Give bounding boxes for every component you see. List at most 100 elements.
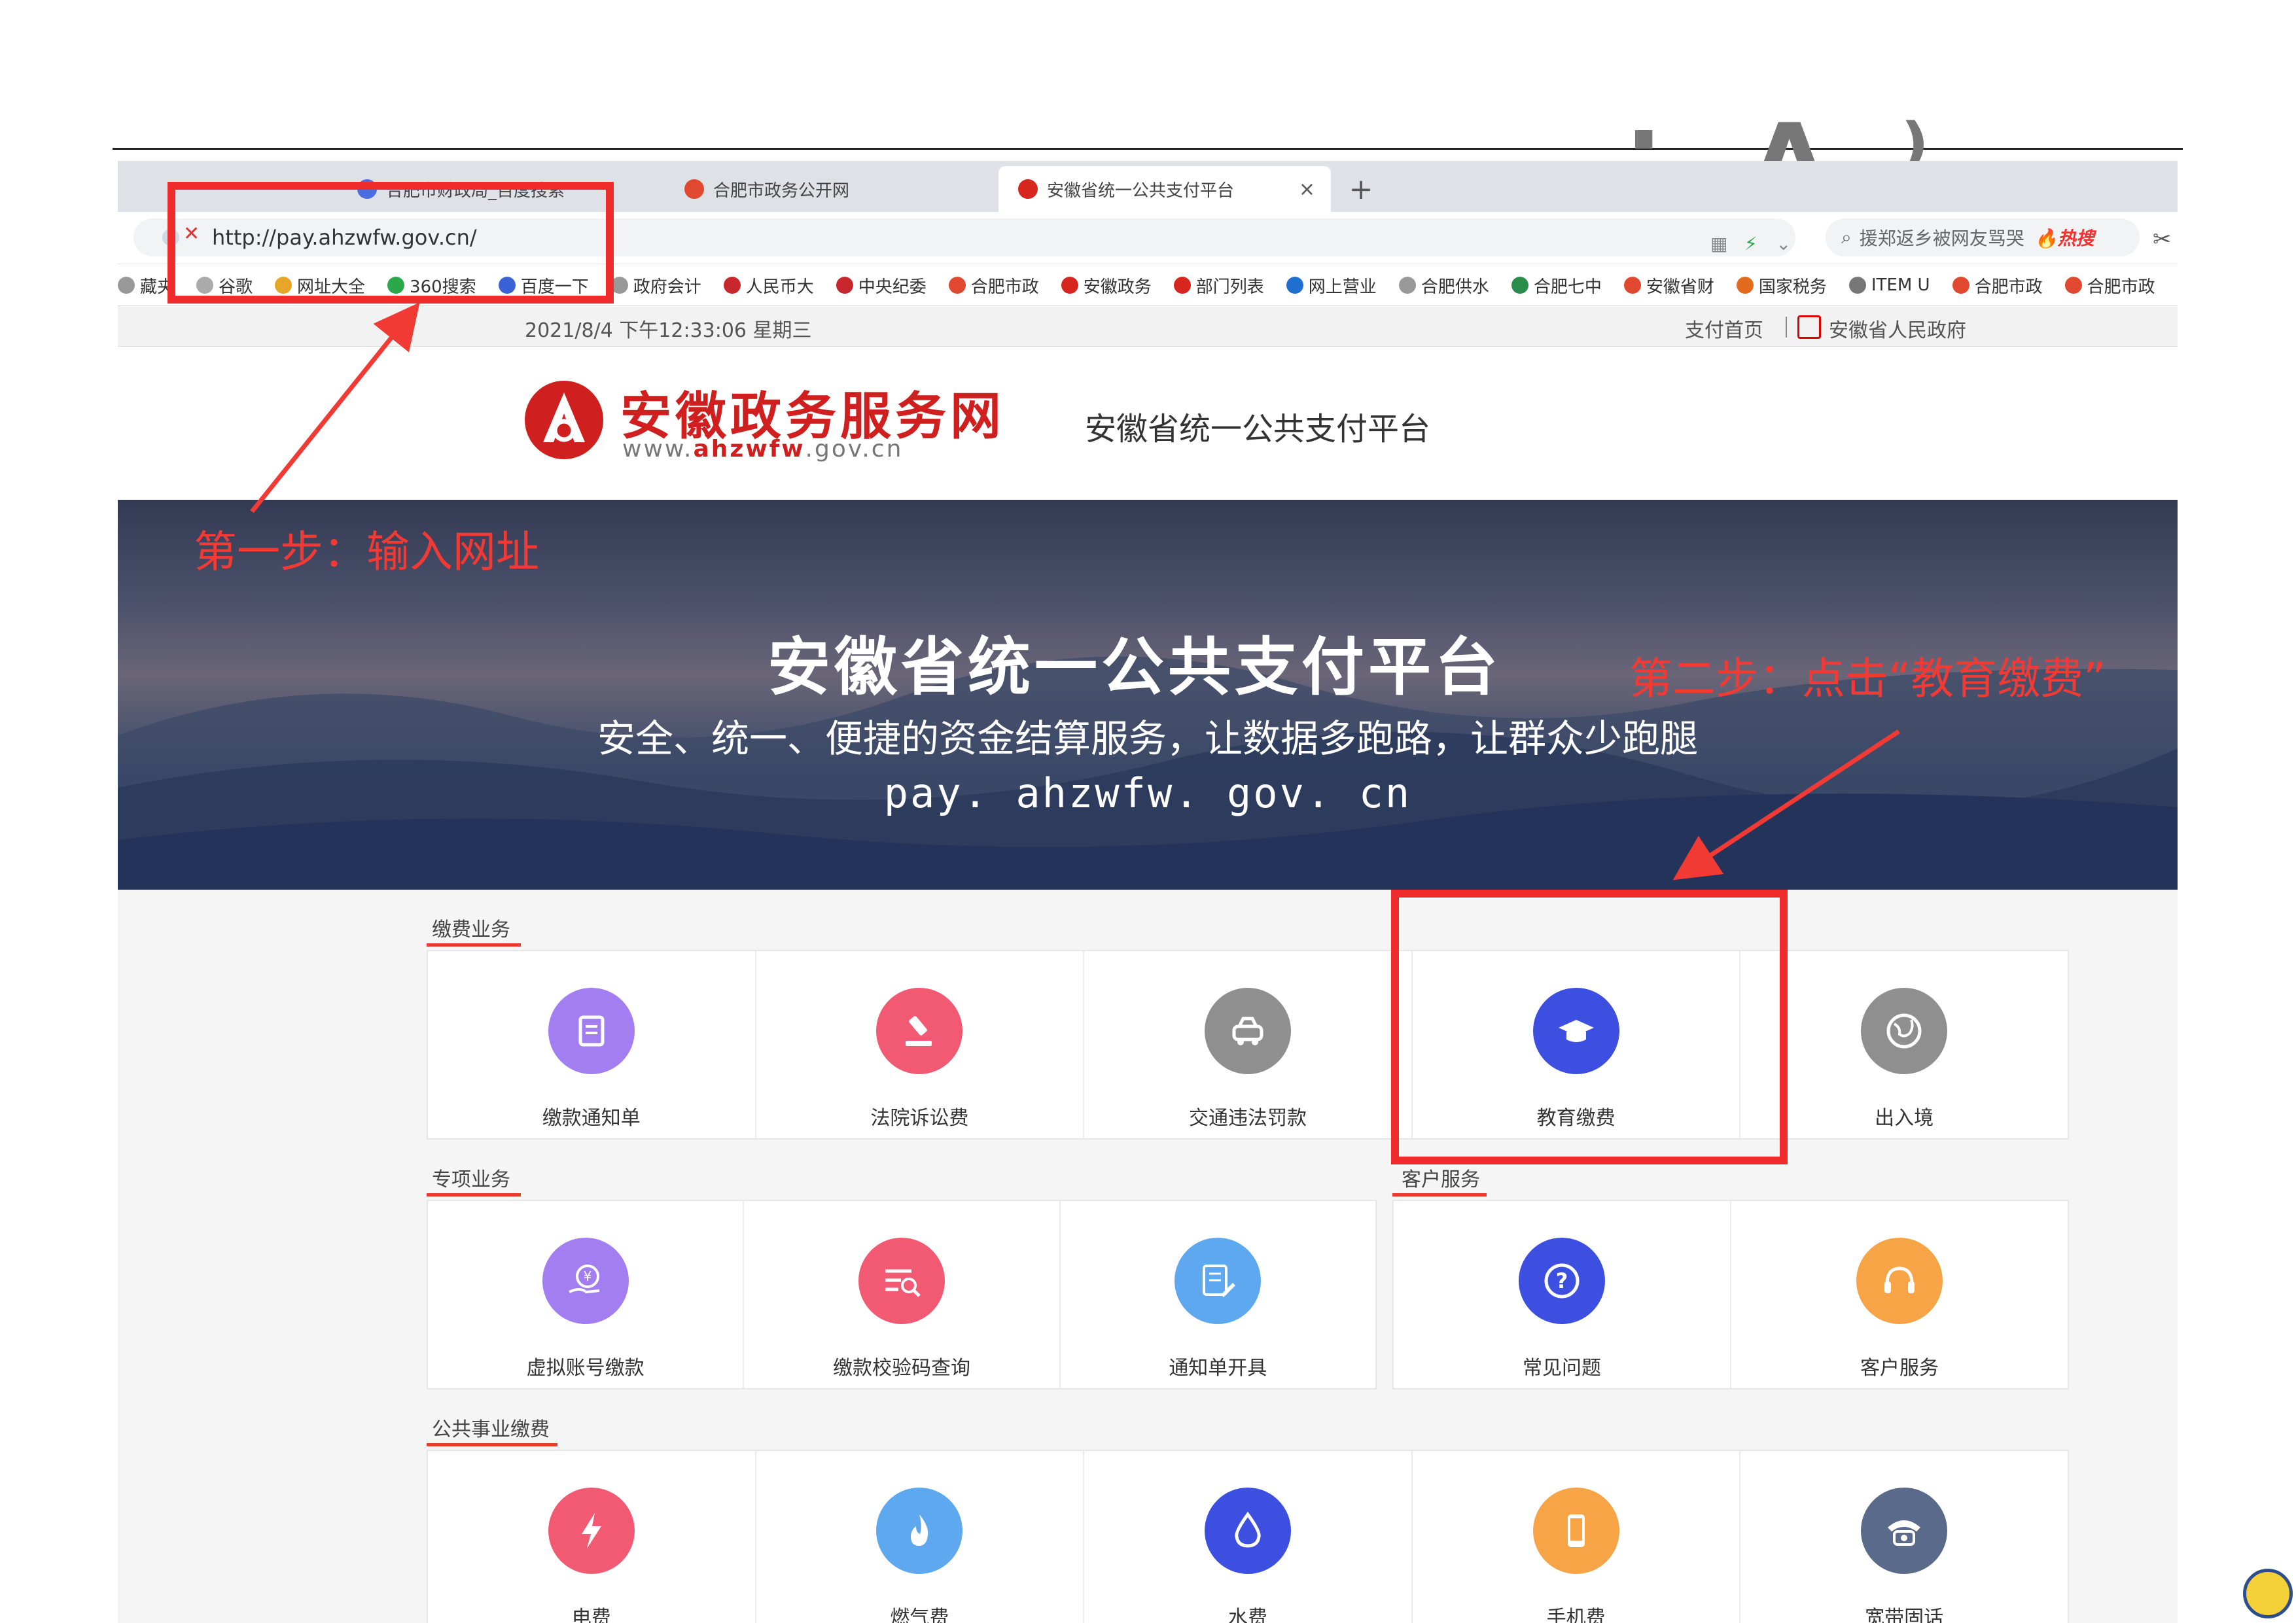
bookmark-item[interactable]: 中央纪委 xyxy=(836,264,927,305)
banner-url: pay. ahzwfw. gov. cn xyxy=(883,769,1412,817)
tab-payment-platform[interactable]: 安徽省统一公共支付平台 × xyxy=(998,166,1331,212)
service-label[interactable]: 缴款通知单 xyxy=(542,1102,641,1130)
question-icon[interactable]: ? xyxy=(1519,1238,1605,1324)
bookmark-favicon-icon xyxy=(1286,277,1303,294)
bookmark-favicon-icon xyxy=(1511,277,1528,294)
bookmark-label: 政府会计 xyxy=(633,277,701,297)
phone-icon[interactable] xyxy=(1532,1488,1619,1574)
provincial-gov-link[interactable]: 安徽省人民政府 xyxy=(1829,314,1966,343)
bookmark-item[interactable]: 合肥供水 xyxy=(1398,264,1489,305)
bookmark-item[interactable]: 合肥市政 xyxy=(1952,264,2043,305)
service-label[interactable]: 水费 xyxy=(1228,1601,1267,1623)
service-customer-1[interactable]: 客户服务 xyxy=(1731,1201,2068,1388)
bookmark-label: 合肥市政 xyxy=(2087,277,2155,297)
globe-icon[interactable] xyxy=(1861,988,1948,1074)
service-fee-0[interactable]: 缴款通知单 xyxy=(428,951,756,1138)
chevron-down-icon[interactable]: ⌄ xyxy=(1776,233,1791,254)
bookmark-label: 合肥市政 xyxy=(970,277,1039,297)
bookmark-item[interactable]: 藏夹 xyxy=(118,264,174,305)
list-search-icon[interactable] xyxy=(858,1238,945,1324)
bookmark-label: 网上营业 xyxy=(1308,277,1377,297)
service-label[interactable]: 电费 xyxy=(572,1601,611,1623)
bookmark-label: 合肥市政 xyxy=(1974,277,2043,297)
service-label[interactable]: 燃气费 xyxy=(890,1601,949,1623)
service-special-0[interactable]: ¥ 虚拟账号缴款 xyxy=(428,1201,745,1388)
gavel-icon[interactable] xyxy=(876,988,963,1074)
service-fee-4[interactable]: 出入境 xyxy=(1740,951,2068,1138)
service-label[interactable]: 缴款校验码查询 xyxy=(833,1352,970,1380)
service-label[interactable]: 出入境 xyxy=(1875,1102,1934,1130)
service-label[interactable]: 宽带固话 xyxy=(1865,1601,1943,1623)
telephone-icon[interactable] xyxy=(1861,1488,1948,1574)
lightning-mode-icon[interactable]: ⚡ xyxy=(1744,233,1757,254)
service-label[interactable]: 交通违法罚款 xyxy=(1189,1102,1307,1130)
bookmark-item[interactable]: 安徽政务 xyxy=(1061,264,1152,305)
service-label[interactable]: 虚拟账号缴款 xyxy=(527,1352,645,1380)
service-label[interactable]: 通知单开具 xyxy=(1169,1352,1267,1380)
lightning-icon[interactable] xyxy=(548,1488,635,1574)
bookmark-favicon-icon xyxy=(723,277,741,294)
bookmark-label: 安徽政务 xyxy=(1083,277,1152,297)
qr-code-icon[interactable]: ▦ xyxy=(1710,233,1727,254)
bookmark-item[interactable]: 合肥七中 xyxy=(1511,264,1602,305)
yen-hand-icon[interactable]: ¥ xyxy=(542,1238,629,1324)
new-tab-button[interactable]: + xyxy=(1341,166,1381,212)
bookmark-item[interactable]: ITEM U xyxy=(1848,264,1930,305)
step2-highlight-box xyxy=(1391,890,1788,1164)
bookmark-item[interactable]: 政府会计 xyxy=(610,264,701,305)
document-edit-icon[interactable] xyxy=(1174,1238,1262,1324)
service-fee-2[interactable]: 交通违法罚款 xyxy=(1084,951,1413,1138)
bookmark-item[interactable]: 部门列表 xyxy=(1173,264,1264,305)
notice-icon[interactable] xyxy=(548,988,635,1074)
service-public-1[interactable]: 燃气费 xyxy=(756,1451,1085,1623)
section-title-customer: 客户服务 xyxy=(1402,1168,1480,1191)
close-tab-icon[interactable]: × xyxy=(1299,178,1315,201)
service-fee-1[interactable]: 法院诉讼费 xyxy=(756,951,1085,1138)
payment-home-link[interactable]: 支付首页 xyxy=(1685,314,1763,343)
bookmark-item[interactable]: 安徽省财 xyxy=(1623,264,1714,305)
section-underline xyxy=(427,1193,521,1196)
headset-icon[interactable] xyxy=(1856,1238,1943,1324)
service-label[interactable]: 常见问题 xyxy=(1523,1352,1601,1380)
service-public-0[interactable]: 电费 xyxy=(428,1451,756,1623)
service-public-2[interactable]: 水费 xyxy=(1084,1451,1413,1623)
flame-icon[interactable] xyxy=(876,1488,963,1574)
service-customer-0[interactable]: ? 常见问题 xyxy=(1394,1201,1731,1388)
bookmark-item[interactable]: 合肥市政 xyxy=(2064,264,2155,305)
tab-label: 安徽省统一公共支付平台 xyxy=(1047,181,1235,201)
tab-hefei-gov[interactable]: 合肥市政务公开网 xyxy=(665,166,966,212)
favicon xyxy=(684,179,704,199)
customer-services-grid: ? 常见问题 客户服务 xyxy=(1392,1200,2069,1389)
scissors-icon[interactable]: ✂ xyxy=(2153,226,2172,253)
service-label[interactable]: 客户服务 xyxy=(1860,1352,1939,1380)
service-special-1[interactable]: 缴款校验码查询 xyxy=(744,1201,1061,1388)
bookmark-item[interactable]: 国家税务 xyxy=(1736,264,1827,305)
site-top-bar: 2021/8/4 下午12:33:06 星期三 支付首页 安徽省人民政府 xyxy=(118,306,2178,347)
car-icon[interactable] xyxy=(1204,988,1291,1074)
bookmark-item[interactable]: 合肥市政 xyxy=(948,264,1039,305)
step1-annotation: 第一步：输入网址 xyxy=(194,527,539,577)
divider xyxy=(1786,317,1787,338)
bookmark-item[interactable]: 网上营业 xyxy=(1286,264,1377,305)
step2-annotation: 第二步：点击“教育缴费” xyxy=(1629,654,2106,704)
gov-emblem-icon xyxy=(1797,315,1821,339)
document-page: ∴ A ⁾ 合肥市财政局_百度搜索 合肥市政务公开网 安徽省统一公共支付平台 × … xyxy=(0,0,2296,1623)
service-special-2[interactable]: 通知单开具 xyxy=(1061,1201,1375,1388)
bookmark-favicon-icon xyxy=(1736,277,1754,294)
service-label[interactable]: 法院诉讼费 xyxy=(870,1102,968,1130)
search-box[interactable]: ⌕ 援郑返乡被网友骂哭 🔥热搜 xyxy=(1826,218,2140,256)
bookmark-label: 中央纪委 xyxy=(858,277,927,297)
hot-search-badge: 🔥热搜 xyxy=(2034,228,2094,249)
service-public-3[interactable]: 手机费 xyxy=(1413,1451,1741,1623)
water-drop-icon[interactable] xyxy=(1204,1488,1291,1574)
brand-url: www.ahzwfw.gov.cn xyxy=(622,436,904,462)
bookmark-favicon-icon xyxy=(1173,277,1191,294)
bookmark-item[interactable]: 人民币大 xyxy=(723,264,814,305)
ahzwfw-logo-icon[interactable] xyxy=(523,379,605,461)
bookmark-favicon-icon xyxy=(1623,277,1641,294)
special-services-grid: ¥ 虚拟账号缴款 缴款校验码查询 通知单开具 xyxy=(427,1200,1377,1389)
service-public-4[interactable]: 宽带固话 xyxy=(1740,1451,2068,1623)
bookmark-favicon-icon xyxy=(948,277,966,294)
service-label[interactable]: 手机费 xyxy=(1547,1601,1606,1623)
bookmark-favicon-icon xyxy=(1952,277,1969,294)
